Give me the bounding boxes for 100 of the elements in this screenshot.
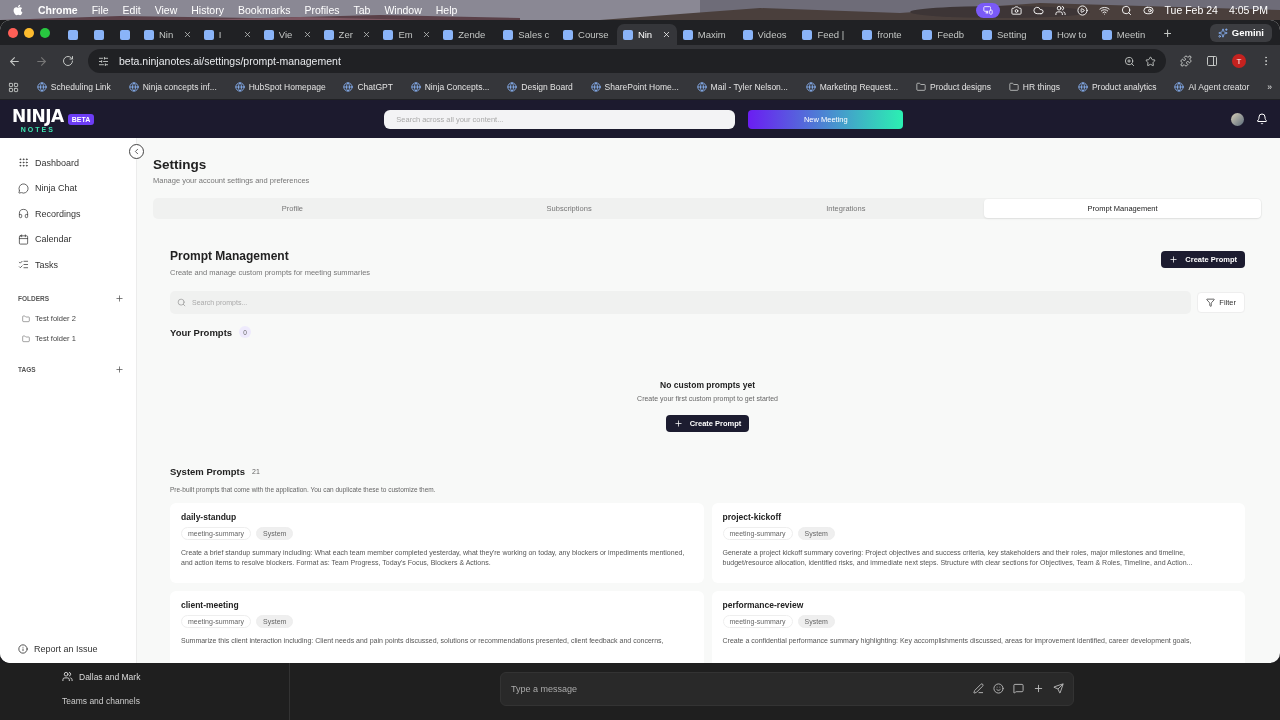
headphones-icon [18, 208, 29, 220]
forward-icon[interactable] [35, 54, 48, 68]
folder-icon [916, 82, 926, 92]
bookmark[interactable]: Ninja concepts inf... [128, 82, 217, 92]
nav-item[interactable]: Ninja Chat [18, 175, 126, 201]
profile-avatar[interactable]: T [1232, 54, 1246, 68]
tab-title: Zer [338, 29, 354, 40]
wifi-icon[interactable] [1098, 4, 1110, 16]
camera-icon[interactable] [1010, 4, 1022, 16]
browser-tab[interactable]: Em [377, 24, 438, 45]
bookmark[interactable]: Product designs [916, 82, 991, 92]
close-icon[interactable] [422, 30, 432, 39]
bookmark[interactable]: Marketing Request... [805, 82, 899, 92]
browser-tab[interactable]: Meetin [1095, 24, 1156, 45]
bookmark[interactable]: Scheduling Link [36, 82, 111, 92]
browser-tab[interactable]: Maxim [676, 24, 737, 45]
new-tab-button[interactable]: + [1155, 24, 1180, 41]
bookmark[interactable]: Product analytics [1077, 82, 1157, 92]
browser-tab[interactable]: Zer [317, 24, 378, 45]
bookmark[interactable]: Ninja Concepts... [410, 82, 490, 92]
subsection-title: System Prompts [170, 466, 245, 477]
prompt-name: daily-standup [181, 512, 238, 522]
browser-tab[interactable]: Nin [138, 24, 198, 45]
browser-tab[interactable]: Zende [437, 24, 498, 45]
browser-tab[interactable]: fronte [856, 24, 917, 45]
browser-tab[interactable]: Sales c [497, 24, 557, 45]
tab-title: Feedb [937, 29, 966, 40]
site-info-icon[interactable] [98, 55, 109, 67]
site-icon [323, 29, 334, 40]
bookmark[interactable]: AI Agent creator [1174, 82, 1250, 92]
teams-channels-link[interactable]: Teams and channels [62, 696, 289, 706]
close-icon[interactable] [242, 30, 252, 39]
nav-item[interactable]: Calendar [18, 226, 126, 252]
close-window-button[interactable] [8, 27, 18, 38]
more-bookmarks-button[interactable]: » [1267, 82, 1272, 92]
bell-icon[interactable] [1256, 113, 1268, 125]
browser-tab[interactable]: Feedb [916, 24, 977, 45]
bookmark[interactable]: HR things [1008, 82, 1061, 92]
nav-item[interactable]: Dashboard [18, 150, 126, 176]
chat-item[interactable]: Dallas and Mark [62, 671, 289, 682]
prompt-name: project-kickoff [722, 512, 783, 522]
site-icon [982, 29, 993, 40]
bookmark[interactable]: Design Board [507, 82, 573, 92]
chevron-left-icon [132, 147, 141, 156]
globe-icon [36, 82, 47, 92]
globe-icon [696, 82, 707, 92]
browser-tab[interactable]: Setting [976, 24, 1036, 45]
bookmark-star-icon[interactable] [1145, 55, 1156, 67]
bookmark[interactable]: Mail - Tyler Nelson... [696, 82, 788, 92]
close-icon[interactable] [362, 30, 372, 39]
back-icon[interactable] [8, 54, 21, 68]
browser-tab[interactable]: Feed | [796, 24, 857, 45]
site-icon [1101, 29, 1112, 40]
message-field[interactable]: Type a message [500, 672, 1074, 706]
bookmark[interactable]: ChatGPT [343, 82, 393, 92]
browser-tab[interactable]: Nin [616, 24, 677, 45]
menu-time[interactable]: 4:05 PM [1228, 4, 1268, 16]
bookmark[interactable]: SharePoint Home... [590, 82, 679, 92]
browser-tab[interactable]: I [197, 24, 258, 45]
minimize-window-button[interactable] [24, 27, 34, 38]
zoom-icon[interactable] [1124, 55, 1135, 67]
emoji-icon[interactable] [993, 683, 1004, 694]
search-icon [177, 298, 186, 307]
user-avatar[interactable] [1231, 112, 1244, 126]
close-icon[interactable] [661, 30, 671, 39]
play-icon[interactable] [1076, 4, 1088, 16]
cloud-icon[interactable] [1032, 4, 1044, 16]
tab-title: Zende [458, 29, 487, 40]
zoom-window-button[interactable] [40, 27, 50, 38]
browser-tab[interactable]: Vie [257, 24, 318, 45]
apps-icon[interactable] [8, 81, 19, 93]
search-icon[interactable] [1120, 4, 1132, 16]
apple-icon[interactable] [12, 4, 24, 16]
menu-date[interactable]: Tue Feb 24 [1164, 4, 1218, 16]
browser-tab[interactable]: Videos [736, 24, 797, 45]
reload-icon[interactable] [62, 55, 74, 67]
nav-item[interactable]: Recordings [18, 201, 126, 227]
gemini-button[interactable]: Gemini [1209, 23, 1272, 42]
section-title: Prompt Management [170, 248, 289, 263]
nav-item[interactable]: Tasks [18, 252, 126, 278]
globe-icon [234, 82, 245, 92]
close-icon[interactable] [182, 30, 192, 39]
globe-icon [1174, 82, 1185, 92]
add-folder-icon[interactable] [115, 293, 124, 303]
browser-tab[interactable]: Course [557, 24, 617, 45]
site-icon [563, 29, 573, 40]
send-icon[interactable] [1053, 683, 1064, 694]
people-icon[interactable] [1054, 4, 1066, 16]
address-bar[interactable]: beta.ninjanotes.ai/settings/prompt-management [88, 49, 1166, 73]
bookmark[interactable]: HubSpot Homepage [234, 82, 326, 92]
report-issue-link[interactable]: Report an Issue [18, 639, 126, 659]
extensions-icon[interactable] [1180, 55, 1192, 67]
browser-tab[interactable]: How to [1035, 24, 1096, 45]
collapse-sidebar-button[interactable] [129, 144, 144, 159]
globe-icon [410, 82, 421, 92]
add-icon[interactable] [1033, 683, 1044, 694]
add-tag-icon[interactable] [115, 364, 124, 374]
side-panel-icon[interactable] [1206, 55, 1218, 67]
close-icon[interactable] [302, 30, 312, 39]
sparkle-icon [1217, 27, 1228, 38]
